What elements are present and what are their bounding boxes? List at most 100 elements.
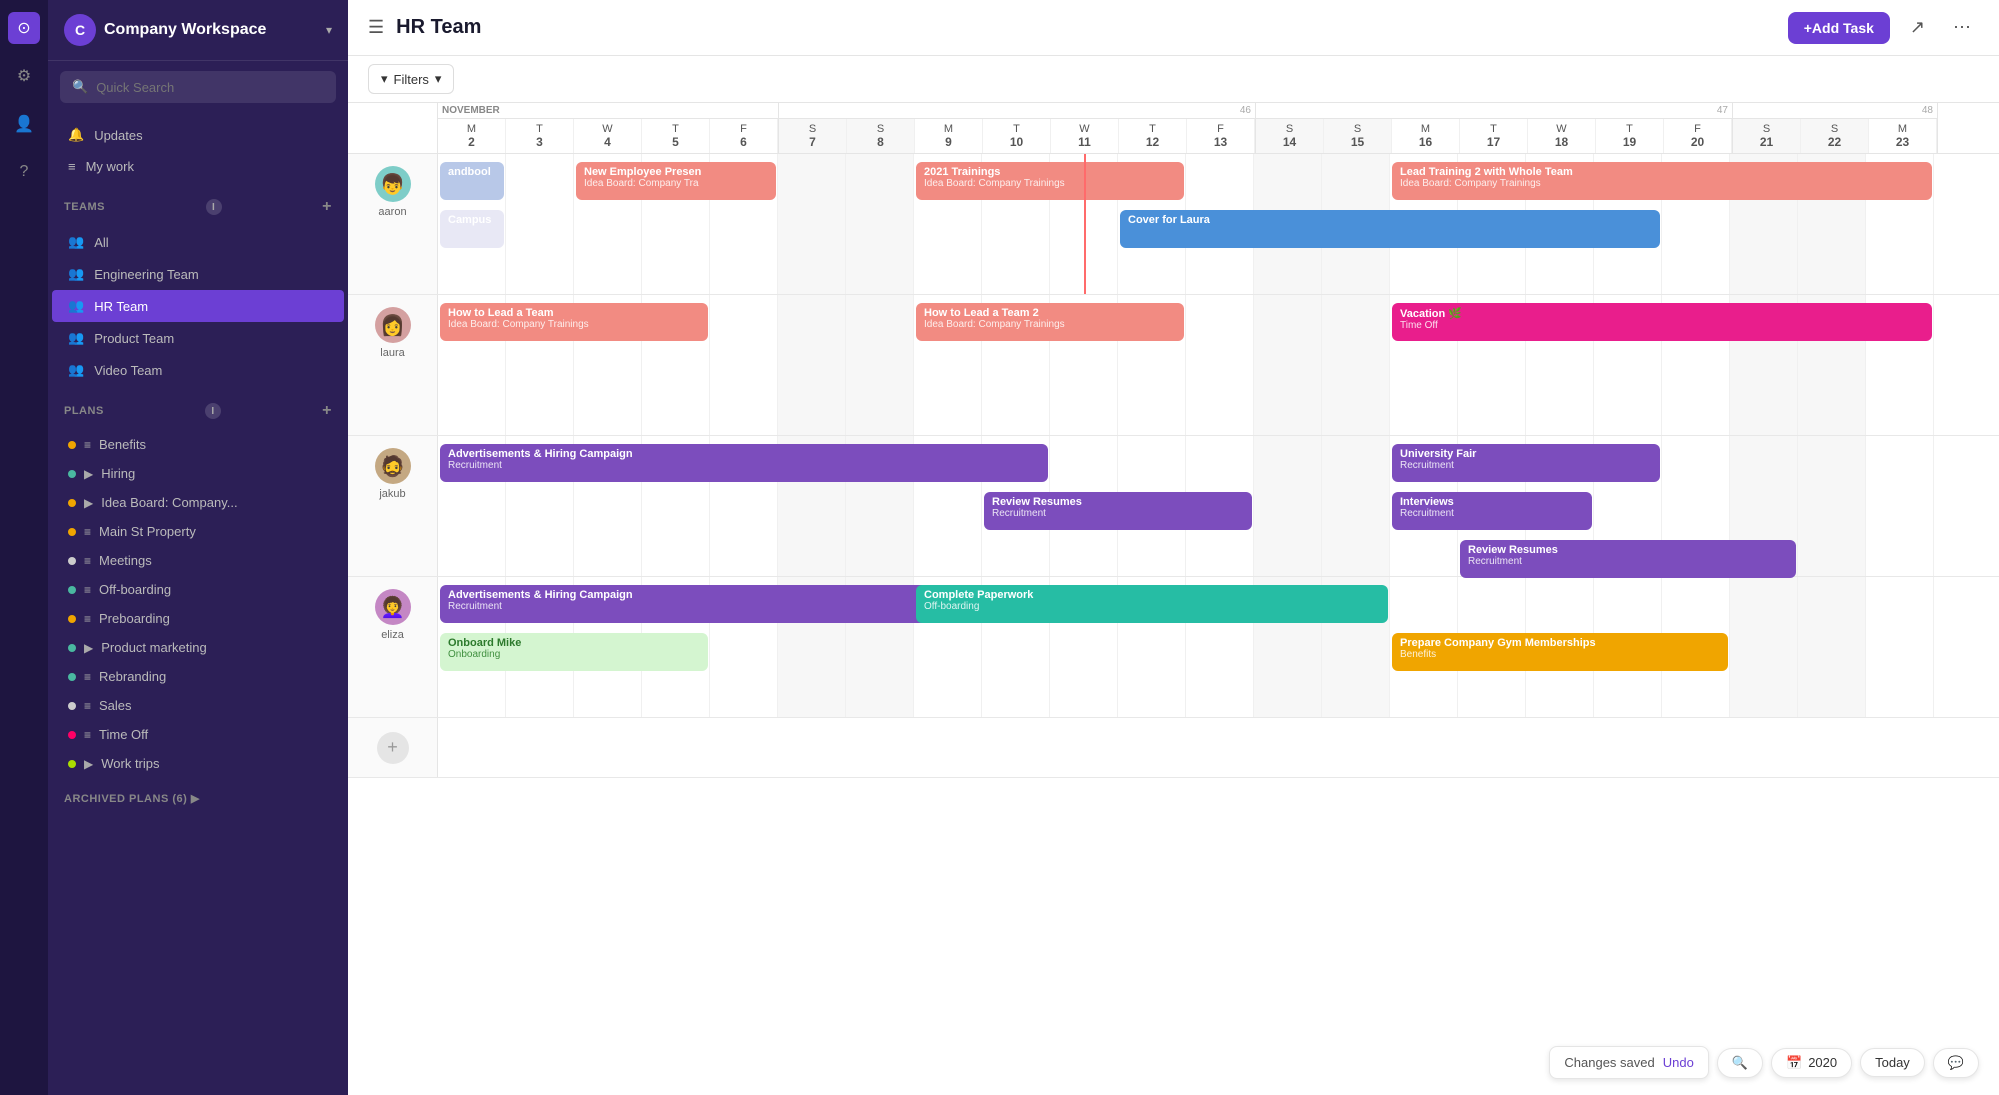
add-task-button[interactable]: +Add Task <box>1788 12 1890 44</box>
event-bar-lead-training-2-with[interactable]: Lead Training 2 with Whole TeamIdea Boar… <box>1392 162 1932 200</box>
team-video-label: Video Team <box>94 363 162 378</box>
person-name-laura: laura <box>380 347 404 359</box>
event-bar-advertisements-&-hir[interactable]: Advertisements & Hiring CampaignRecruitm… <box>440 444 1048 482</box>
filters-button[interactable]: ▾ Filters ▾ <box>368 64 454 94</box>
chat-icon[interactable]: 💬 <box>1933 1048 1979 1078</box>
team-video-icon: 👥 <box>68 362 84 378</box>
teams-section-header: TEAMS i + <box>48 188 348 220</box>
plan-label-work-trips: Work trips <box>101 756 328 771</box>
teams-add-button[interactable]: + <box>322 198 332 216</box>
sidebar-item-product[interactable]: 👥 Product Team <box>52 322 344 354</box>
plan-item-main-st[interactable]: ≡ Main St Property <box>52 517 344 546</box>
sidebar-item-mywork[interactable]: ≡ My work <box>52 151 344 182</box>
event-bar-review-resumes[interactable]: Review ResumesRecruitment <box>984 492 1252 530</box>
event-bar-vacation-🌿[interactable]: Vacation 🌿Time Off <box>1392 303 1932 341</box>
team-product-label: Product Team <box>94 331 174 346</box>
calendar-row-jakub: 🧔 jakub Advertisements & Hiring CampaignRe… <box>348 436 1999 577</box>
event-bar-interviews[interactable]: InterviewsRecruitment <box>1392 492 1592 530</box>
home-icon[interactable]: ⊙ <box>8 12 40 44</box>
avatar-jakub: 🧔 <box>375 448 411 484</box>
plan-item-work-trips[interactable]: ▶ Work trips <box>52 749 344 778</box>
sidebar-item-hr[interactable]: 👥 HR Team <box>52 290 344 322</box>
plans-info-icon[interactable]: i <box>205 403 221 419</box>
zoom-button[interactable]: 🔍 <box>1717 1048 1763 1078</box>
calendar-row-laura: 👩 laura How to Lead a TeamIdea Board: Comp… <box>348 295 1999 436</box>
plan-icon-time-off: ≡ <box>84 728 91 742</box>
plan-item-hiring[interactable]: ▶ Hiring <box>52 459 344 488</box>
sidebar-item-all[interactable]: 👥 All <box>52 226 344 258</box>
search-input[interactable] <box>96 80 324 95</box>
day-header-T12: T12 <box>1119 119 1187 153</box>
day-header-S21: S21 <box>1733 119 1801 153</box>
mywork-label: My work <box>86 159 134 174</box>
more-options-icon[interactable]: ⋯ <box>1945 13 1979 42</box>
event-bar-campus[interactable]: Campus <box>440 210 504 248</box>
avatar-eliza: 👩‍🦱 <box>375 589 411 625</box>
users-icon[interactable]: 👤 <box>8 108 40 140</box>
calendar-icon: 📅 <box>1786 1055 1802 1071</box>
plan-item-preboarding[interactable]: ≡ Preboarding <box>52 604 344 633</box>
team-engineering-label: Engineering Team <box>94 267 199 282</box>
plan-label-hiring: Hiring <box>101 466 328 481</box>
archived-label: ARCHIVED PLANS (6) <box>64 793 187 805</box>
plan-item-product-marketing[interactable]: ▶ Product marketing <box>52 633 344 662</box>
workspace-dropdown-icon[interactable]: ▾ <box>326 23 332 37</box>
year-button[interactable]: 📅 2020 <box>1771 1048 1852 1078</box>
event-bar-2021-trainings[interactable]: 2021 TrainingsIdea Board: Company Traini… <box>916 162 1184 200</box>
event-bar-review-resumes[interactable]: Review ResumesRecruitment <box>1460 540 1796 578</box>
search-icon: 🔍 <box>72 79 88 95</box>
event-bar-how-to-lead-a-team[interactable]: How to Lead a TeamIdea Board: Company Tr… <box>440 303 708 341</box>
event-bar-prepare-company-gym-[interactable]: Prepare Company Gym MembershipsBenefits <box>1392 633 1728 671</box>
day-header-S15: S15 <box>1324 119 1392 153</box>
menu-icon[interactable]: ☰ <box>368 17 384 38</box>
help-icon[interactable]: ? <box>8 156 40 188</box>
plan-icon-offboarding: ≡ <box>84 583 91 597</box>
plan-label-meetings: Meetings <box>99 553 328 568</box>
plan-label-offboarding: Off-boarding <box>99 582 328 597</box>
plan-item-sales[interactable]: ≡ Sales <box>52 691 344 720</box>
events-area-laura[interactable]: How to Lead a TeamIdea Board: Company Tr… <box>438 295 1999 435</box>
bell-icon: 🔔 <box>68 127 84 143</box>
today-button[interactable]: Today <box>1860 1048 1925 1077</box>
person-label-laura: 👩 laura <box>348 295 438 435</box>
sidebar-item-engineering[interactable]: 👥 Engineering Team <box>52 258 344 290</box>
plan-label-time-off: Time Off <box>99 727 328 742</box>
plan-item-idea-board[interactable]: ▶ Idea Board: Company... <box>52 488 344 517</box>
plan-dot-time-off <box>68 731 76 739</box>
plan-item-meetings[interactable]: ≡ Meetings <box>52 546 344 575</box>
event-bar-new-employee-presen[interactable]: New Employee PresenIdea Board: Company T… <box>576 162 776 200</box>
week-group-48: 48S21S22M23 <box>1733 103 1938 153</box>
plan-item-benefits[interactable]: ≡ Benefits <box>52 430 344 459</box>
changes-saved-text: Changes saved <box>1564 1055 1654 1070</box>
event-bar-cover-for-laura[interactable]: Cover for Laura <box>1120 210 1660 248</box>
day-header-T3: T3 <box>506 119 574 153</box>
calendar-container[interactable]: NOVEMBERM2T3W4T5F646S7S8M9T10W11T12F1347… <box>348 103 1999 1095</box>
plan-item-offboarding[interactable]: ≡ Off-boarding <box>52 575 344 604</box>
plan-item-rebranding[interactable]: ≡ Rebranding <box>52 662 344 691</box>
avatar-laura: 👩 <box>375 307 411 343</box>
plans-add-button[interactable]: + <box>322 402 332 420</box>
sidebar-item-video[interactable]: 👥 Video Team <box>52 354 344 386</box>
calendar-row-eliza: 👩‍🦱elizaAdvertisements & Hiring Campaign… <box>348 577 1999 718</box>
event-bar-complete-paperwork[interactable]: Complete PaperworkOff-boarding <box>916 585 1388 623</box>
share-icon[interactable]: ↗ <box>1902 13 1933 42</box>
events-area-aaron[interactable]: KELLY'S LAST DAYNew Employee PresenIdea … <box>438 154 1999 294</box>
add-person-row[interactable]: + <box>348 718 1999 778</box>
event-bar-andbool[interactable]: andbool <box>440 162 504 200</box>
event-bar-onboard-mike[interactable]: Onboard MikeOnboarding <box>440 633 708 671</box>
event-bar-university-fair[interactable]: University FairRecruitment <box>1392 444 1660 482</box>
archived-plans[interactable]: ARCHIVED PLANS (6) ▶ <box>48 784 348 813</box>
plan-item-time-off[interactable]: ≡ Time Off <box>52 720 344 749</box>
plan-icon-work-trips: ▶ <box>84 757 93 771</box>
events-area-jakub[interactable]: Advertisements & Hiring CampaignRecruitm… <box>438 436 1999 576</box>
sidebar-item-updates[interactable]: 🔔 Updates <box>52 119 344 151</box>
gear-icon[interactable]: ⚙ <box>8 60 40 92</box>
teams-info-icon[interactable]: i <box>206 199 222 215</box>
undo-link[interactable]: Undo <box>1663 1055 1694 1070</box>
person-name-jakub: jakub <box>379 488 405 500</box>
event-bar-how-to-lead-a-team-2[interactable]: How to Lead a Team 2Idea Board: Company … <box>916 303 1184 341</box>
search-bar[interactable]: 🔍 <box>60 71 336 103</box>
events-area-eliza[interactable]: Advertisements & Hiring CampaignRecruitm… <box>438 577 1999 717</box>
plan-label-preboarding: Preboarding <box>99 611 328 626</box>
filters-label: Filters <box>394 72 429 87</box>
